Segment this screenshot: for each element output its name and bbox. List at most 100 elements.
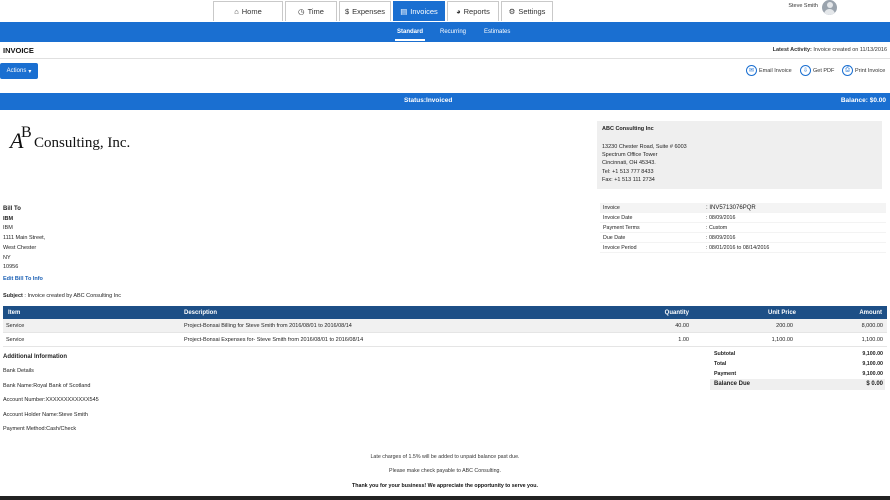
additional-info-line: Bank Details — [3, 368, 34, 374]
subtab-standard[interactable]: Standard — [394, 29, 426, 41]
tab-time[interactable]: ◷ Time — [285, 1, 337, 21]
col-amount: Amount — [859, 310, 882, 316]
subtab-estimates[interactable]: Estimates — [484, 29, 510, 35]
tab-label: Time — [307, 7, 324, 16]
subtab-recurring[interactable]: Recurring — [440, 29, 466, 35]
total-value: $ 0.00 — [866, 381, 883, 387]
cell-amount: 8,000.00 — [861, 323, 883, 329]
col-description: Description — [184, 310, 218, 316]
email-invoice-label: Email Invoice — [759, 67, 792, 74]
cell-unit-price: 200.00 — [776, 323, 793, 329]
company-address-line: Cincinnati, OH 45343. — [602, 160, 656, 167]
actions-dropdown-button[interactable]: Actions ▾ — [0, 63, 38, 79]
latest-activity: Latest Activity: Invoice created on 11/1… — [773, 47, 887, 53]
total-label: Payment — [714, 371, 737, 377]
col-quantity: Quantity — [664, 310, 689, 316]
detail-label: Payment Terms — [603, 224, 640, 231]
status-bar: Status:Invoiced Balance: $0.00 — [0, 93, 890, 110]
detail-value: : INV5713076PQR — [706, 204, 756, 211]
bill-to-line: 10956 — [3, 264, 19, 271]
col-item: Item — [8, 310, 21, 316]
invoice-status: Status:Invoiced — [404, 97, 453, 104]
line-items-table: Item Description Quantity Unit Price Amo… — [3, 306, 887, 347]
main-nav-tabs: ⌂ Home ◷ Time $ Expenses ▤ Invoices ◕ Re… — [213, 1, 555, 21]
tab-invoices[interactable]: ▤ Invoices — [393, 1, 445, 21]
logo-text: Consulting, Inc. — [34, 135, 131, 151]
subject-value: : Invoice created by ABC Consulting Inc — [24, 293, 122, 299]
gear-icon: ⚙ — [508, 7, 516, 16]
top-navigation-bar: ⌂ Home ◷ Time $ Expenses ▤ Invoices ◕ Re… — [0, 0, 890, 22]
additional-info-line: Payment Method:Cash/Check — [3, 426, 77, 432]
latest-activity-label: Latest Activity: — [772, 47, 812, 53]
print-invoice-button[interactable]: ⎙ Print Invoice — [842, 65, 885, 76]
subtotal-row: Subtotal 9,100.00 — [710, 349, 885, 359]
logo-letter-b: B — [21, 124, 32, 141]
footer-payable-note: Please make check payable to ABC Consult… — [389, 468, 501, 474]
detail-row: Invoice Period : 08/01/2016 to 08/14/201… — [600, 243, 886, 253]
total-label: Total — [714, 361, 727, 367]
cell-item: Service — [6, 323, 25, 329]
additional-info-line: Account Number:XXXXXXXXXXXX545 — [3, 397, 99, 403]
company-logo: A B Consulting, Inc. — [8, 124, 153, 156]
company-name: ABC Consulting Inc — [602, 126, 654, 132]
get-pdf-button[interactable]: ⇩ Get PDF — [800, 65, 834, 76]
tab-settings[interactable]: ⚙ Settings — [501, 1, 553, 21]
tab-reports[interactable]: ◕ Reports — [447, 1, 499, 21]
print-invoice-label: Print Invoice — [855, 67, 886, 74]
avatar[interactable] — [822, 0, 837, 15]
dollar-icon: $ — [344, 7, 350, 16]
get-pdf-label: Get PDF — [813, 67, 835, 74]
total-value: 9,100.00 — [862, 361, 883, 367]
total-row: Total 9,100.00 — [710, 359, 885, 369]
sub-navigation-bar: Standard Recurring Estimates — [0, 22, 890, 42]
window-bottom-edge — [0, 496, 890, 500]
total-value: 9,100.00 — [862, 371, 883, 377]
latest-activity-value: Invoice created on 11/13/2016 — [813, 47, 887, 53]
detail-label: Invoice Date — [603, 214, 633, 221]
detail-label: Invoice Period — [603, 244, 637, 251]
tab-expenses[interactable]: $ Expenses — [339, 1, 391, 21]
company-fax: Fax: +1 513 111 2734 — [602, 176, 655, 183]
company-phone: Tel: +1 513 777 8433 — [602, 168, 654, 175]
subject-label: Subject — [3, 293, 23, 299]
detail-label: Due Date — [603, 234, 626, 241]
detail-label: Invoice — [603, 204, 620, 211]
detail-value: : Custom — [706, 224, 728, 231]
detail-row: Invoice Date : 08/09/2016 — [600, 213, 886, 223]
payment-row: Payment 9,100.00 — [710, 369, 885, 379]
invoice-icon: ▤ — [400, 7, 408, 16]
bill-to-heading: Bill To — [3, 206, 21, 212]
subject-line: Subject : Invoice created by ABC Consult… — [3, 293, 121, 299]
total-label: Balance Due — [714, 381, 751, 387]
bill-to-line: IBM — [3, 215, 14, 222]
tab-label: Invoices — [410, 7, 438, 16]
print-icon: ⎙ — [842, 65, 853, 76]
bill-to-line: 1111 Main Street, — [3, 235, 46, 242]
detail-row: Invoice : INV5713076PQR — [600, 203, 886, 213]
tab-home[interactable]: ⌂ Home — [213, 1, 283, 21]
footer-thank-you: Thank you for your business! We apprecia… — [352, 483, 538, 489]
page-header: INVOICE Latest Activity: Invoice created… — [0, 42, 890, 59]
tab-label: Reports — [463, 7, 490, 16]
actions-label: Actions — [6, 68, 27, 74]
balance-display: Balance: $0.00 — [840, 97, 886, 104]
table-row: Service Project-Bonsai Expenses for- Ste… — [3, 333, 887, 347]
additional-info-heading: Additional Information — [3, 354, 67, 360]
user-name[interactable]: Steve Smith — [788, 3, 818, 9]
detail-value: : 08/09/2016 — [706, 214, 736, 221]
page-title: INVOICE — [3, 46, 34, 55]
bill-to-line: West Chester — [3, 244, 37, 251]
edit-bill-to-link[interactable]: Edit Bill To Info — [3, 276, 43, 282]
total-label: Subtotal — [714, 351, 736, 357]
pie-chart-icon: ◕ — [456, 7, 461, 16]
cell-description: Project-Bonsai Billing for Steve Smith f… — [184, 323, 352, 329]
detail-row: Payment Terms : Custom — [600, 223, 886, 233]
tab-label: Settings — [518, 7, 546, 16]
clock-icon: ◷ — [298, 7, 305, 16]
bill-to-line: NY — [3, 254, 11, 261]
additional-information: Additional Information Bank Details Bank… — [3, 354, 99, 441]
company-info-box: ABC Consulting Inc 13230 Chester Road, S… — [597, 121, 882, 189]
email-invoice-button[interactable]: ✉ Email Invoice — [746, 65, 792, 76]
cell-unit-price: 1,100.00 — [771, 337, 793, 343]
col-unit-price: Unit Price — [767, 310, 796, 316]
